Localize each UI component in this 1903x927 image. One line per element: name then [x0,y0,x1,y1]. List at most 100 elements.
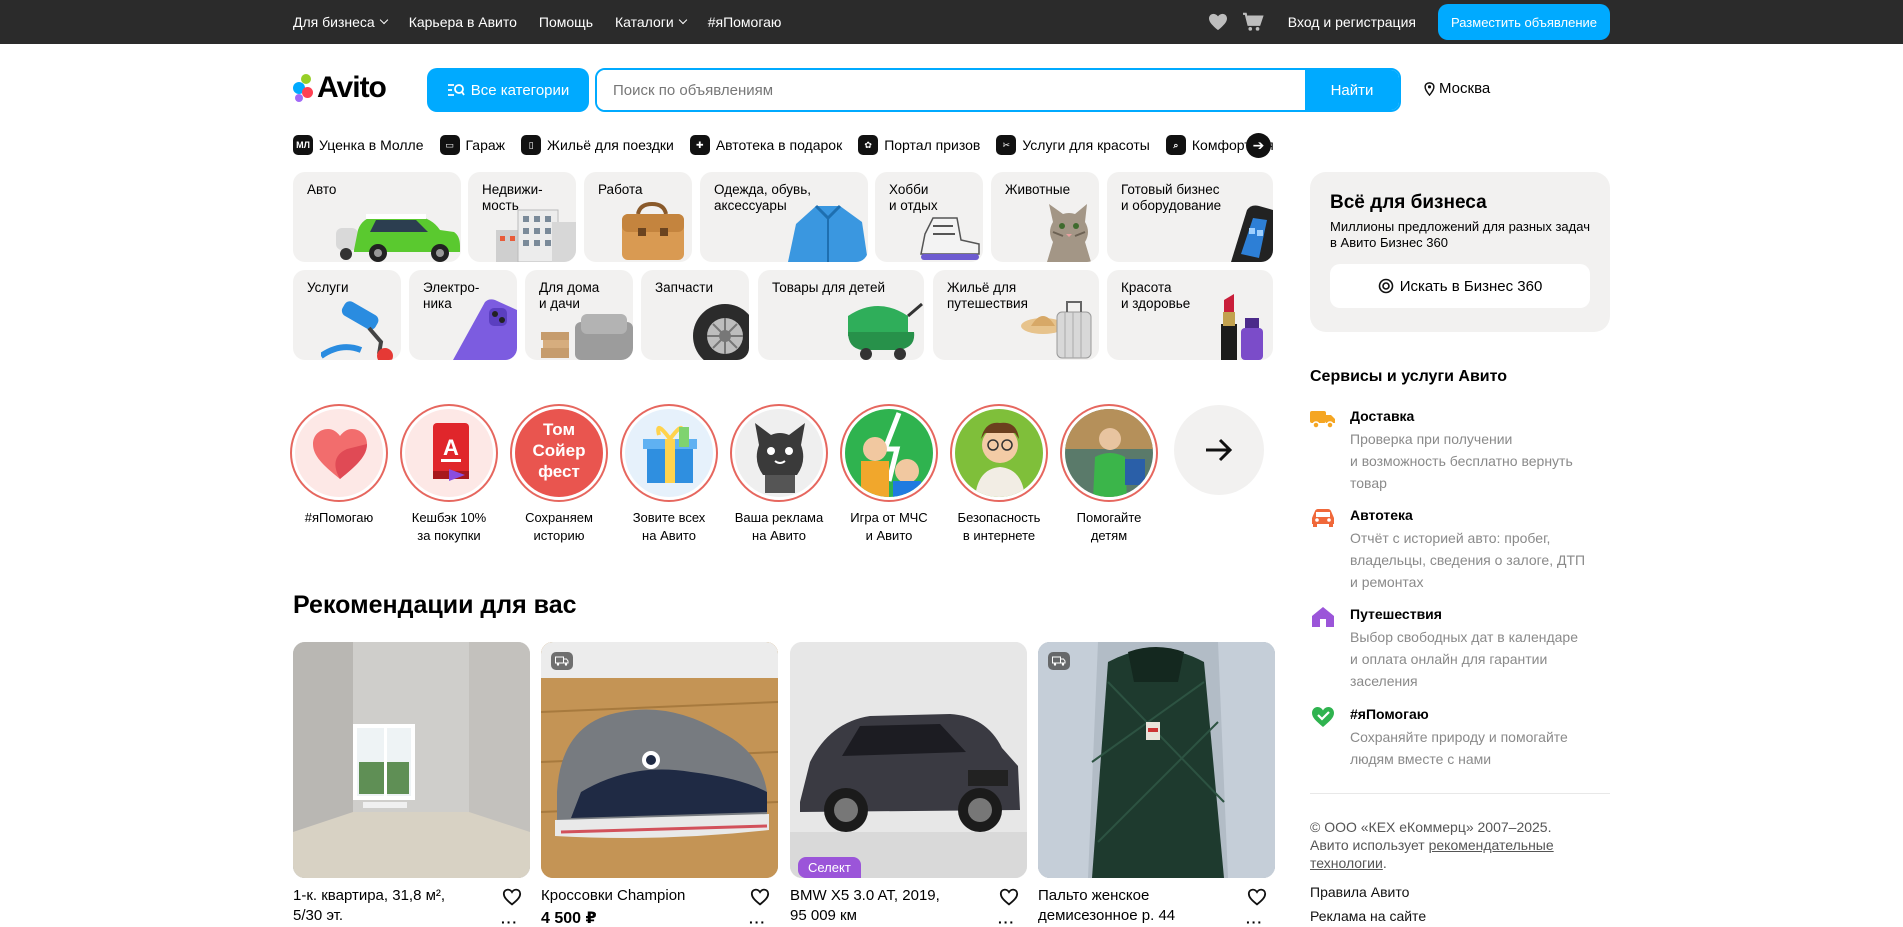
story-tom-sawyer-lettering: Том Сойер фест [532,420,586,481]
category-real-estate[interactable]: Недвижи- мость [468,172,576,262]
nav-business[interactable]: Для бизнеса [293,14,388,30]
category-kids-goods[interactable]: Товары для детей [758,270,924,360]
house-icon [1312,607,1334,627]
car-icon [1312,509,1334,527]
delivery-icon [1048,652,1070,670]
post-ad-button[interactable]: Разместить объявление [1437,4,1610,40]
select-badge: Селект [798,857,861,878]
category-auto[interactable]: Авто [293,172,461,262]
category-beauty-health[interactable]: Красота и здоровье [1107,270,1273,360]
story-mchs-game[interactable]: Игра от МЧС и Авито [839,404,939,545]
all-categories-button[interactable]: Все категории [427,68,589,112]
listing-title[interactable]: 1-к. квартира, 31,8 м², 5/30 эт. [293,886,493,926]
story-history[interactable]: Том Сойер фест Сохраняем историю [509,404,609,545]
nav-ya-pomogayu[interactable]: #яПомогаю [708,14,782,30]
category-electronics[interactable]: Электро- ника [409,270,517,360]
cat-image [1047,204,1091,262]
quick-link-autoteka[interactable]: ✚ Автотека в подарок [689,135,842,155]
gift-icon: ✚ [689,135,710,155]
tire-image [693,304,749,360]
listing-card-bmw[interactable]: Селект BMW X5 3.0 AT, 2019, 95 009 км ··… [790,642,1027,927]
footer-recommendation-link[interactable]: рекомендательные [1429,837,1554,853]
service-travel[interactable]: Путешествия Выбор свободных дат в календ… [1310,606,1610,692]
favorite-heart-icon[interactable] [1247,888,1267,906]
target-icon [1378,278,1393,294]
nav-career[interactable]: Карьера в Авито [409,14,517,30]
favorite-heart-icon[interactable] [999,888,1019,906]
logo-text: Avito [317,71,387,104]
listing-card-coat[interactable]: Пальто женское демисезонное р. 44 ··· [1038,642,1275,927]
story-help-children[interactable]: Помогайте детям [1059,404,1159,545]
category-clothing[interactable]: Одежда, обувь, аксессуары [700,172,868,262]
building-image [496,209,576,262]
scissors-icon: ✂ [996,135,1017,155]
search-icon: ⌕ [1165,135,1186,155]
service-ya-pomogayu[interactable]: #яПомогаю Сохраняйте природу и помогайте… [1310,706,1610,772]
story-cashback[interactable]: А Кешбэк 10% за покупки [399,404,499,545]
more-options-icon[interactable]: ··· [998,914,1015,927]
login-link[interactable]: Вход и регистрация [1288,14,1416,30]
listing-title[interactable]: Пальто женское демисезонное р. 44 [1038,886,1238,926]
story-children-image [1065,409,1153,497]
search-business-360-button[interactable]: Искать в Бизнес 360 [1330,264,1590,308]
heart-icon[interactable] [1208,13,1228,31]
location-pin-icon [1424,81,1435,96]
skates-image [920,217,980,260]
story-ya-pomogayu[interactable]: #яПомогаю [289,404,389,527]
logo-dots-icon [293,74,313,102]
chevron-down-icon [678,15,687,25]
footer-copyright: © ООО «КЕХ еКоммерц» 2007–2025. [1310,819,1552,835]
footer-ads-link[interactable]: Реклама на сайте [1310,908,1426,924]
more-options-icon[interactable]: ··· [749,914,766,927]
story-ads[interactable]: Ваша реклама на Авито [729,404,829,545]
quick-links-next-arrow-icon[interactable]: ➔ [1246,133,1271,158]
favorite-heart-icon[interactable] [750,888,770,906]
search-input[interactable] [597,70,1305,110]
search-button[interactable]: Найти [1305,70,1399,110]
more-options-icon[interactable]: ··· [1246,914,1263,927]
category-jobs[interactable]: Работа [584,172,692,262]
service-delivery[interactable]: Доставка Проверка при получении и возмож… [1310,408,1610,494]
top-nav: Для бизнеса Карьера в Авито Помощь Катал… [293,0,781,44]
quick-link-mall[interactable]: МЛ Уценка в Молле [293,135,424,155]
more-options-icon[interactable]: ··· [501,914,518,927]
category-home-garden[interactable]: Для дома и дачи [525,270,633,360]
stories-next-button[interactable] [1174,405,1264,495]
story-alfa-letter: А [443,435,459,460]
truck-icon [1310,411,1335,429]
footer-rules-link[interactable]: Правила Авито [1310,884,1409,900]
favorite-heart-icon[interactable] [502,888,522,906]
listing-card-sneakers[interactable]: Кроссовки Champion 4 500 ₽ ··· [541,642,778,927]
mall-icon: МЛ [293,135,313,155]
story-internet-safety[interactable]: Безопасность в интернете [949,404,1049,545]
nav-catalogs[interactable]: Каталоги [615,14,687,30]
listing-card-apartment[interactable]: 1-к. квартира, 31,8 м², 5/30 эт. ··· [293,642,530,927]
service-autoteka[interactable]: Автотека Отчёт с историей авто: пробег, … [1310,507,1610,593]
listing-image-sneakers [541,642,778,878]
footer-technology-link[interactable]: технологии [1310,855,1383,871]
category-hobby[interactable]: Хобби и отдых [875,172,983,262]
sofa-image [541,314,633,360]
cart-icon[interactable] [1242,12,1264,32]
quick-link-travel-housing[interactable]: ▯ Жильё для поездки [521,135,674,155]
category-services[interactable]: Услуги [293,270,401,360]
chevron-down-icon [379,15,388,25]
listing-title[interactable]: BMW X5 3.0 AT, 2019, 95 009 км [790,886,990,926]
city-selector[interactable]: Москва [1424,80,1490,97]
category-animals[interactable]: Животные [991,172,1099,262]
quick-link-garage[interactable]: ▭ Гараж [439,135,505,155]
quick-link-beauty[interactable]: ✂ Услуги для красоты [996,135,1150,155]
category-business-equipment[interactable]: Готовый бизнес и оборудование [1107,172,1273,262]
category-travel-housing[interactable]: Жильё для путешествия [933,270,1099,360]
lipstick-image [1221,294,1263,360]
listing-title[interactable]: Кроссовки Champion [541,886,741,906]
category-parts[interactable]: Запчасти [641,270,749,360]
footer-copyright-block: © ООО «КЕХ еКоммерц» 2007–2025. Авито ис… [1310,818,1610,872]
nav-help[interactable]: Помощь [539,14,593,30]
avito-logo[interactable]: Avito [293,71,387,105]
delivery-icon [551,652,573,670]
quick-link-prizes[interactable]: ✿ Портал призов [858,135,980,155]
business-text: Миллионы предложений для разных задач в … [1330,219,1590,250]
story-invite[interactable]: Зовите всех на Авито [619,404,719,545]
footer-uses-text: Авито использует [1310,837,1425,853]
